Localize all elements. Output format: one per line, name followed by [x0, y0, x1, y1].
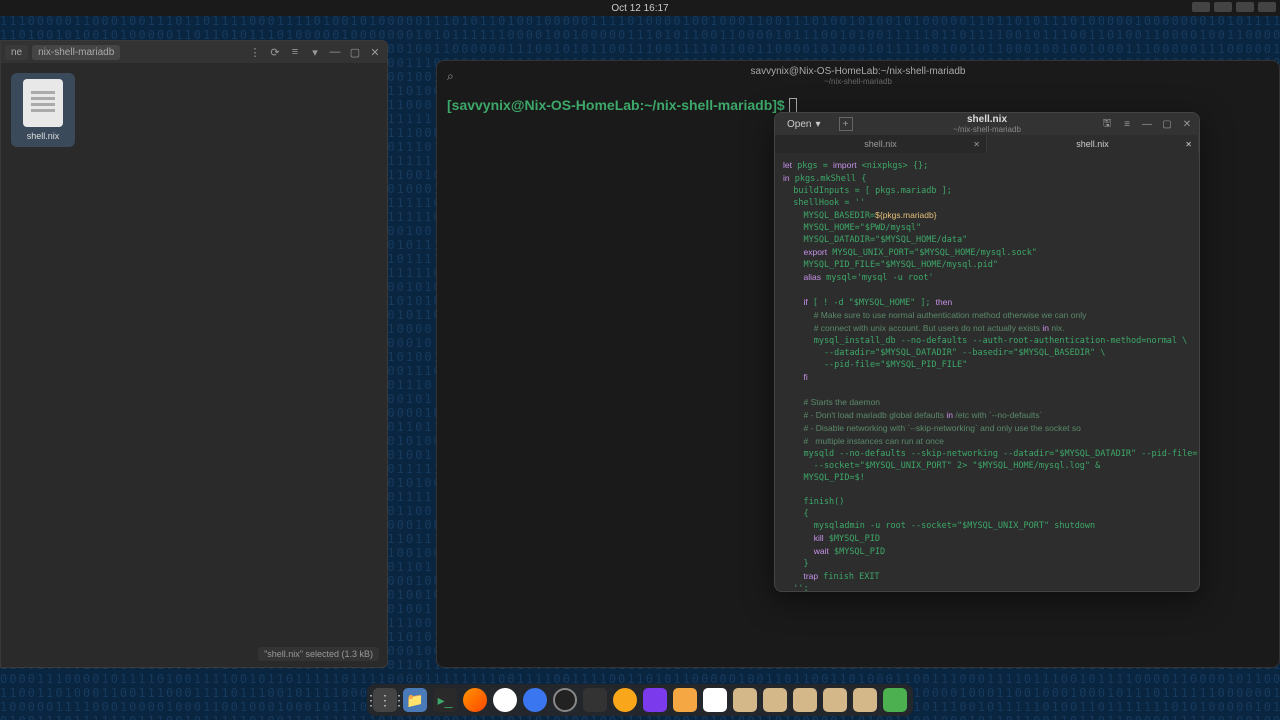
terminal-subtitle: ~/nix-shell-mariadb [824, 77, 892, 86]
firefox-icon[interactable] [463, 688, 487, 712]
pop-icon[interactable] [613, 688, 637, 712]
file-manager-window[interactable]: ne nix-shell-mariadb ⋮ ⟳ ≡ ▾ — ▢ ✕ shell… [0, 40, 388, 668]
dock: ⋮⋮⋮ 📁 ▸_ [367, 684, 913, 716]
home-icon[interactable] [883, 688, 907, 712]
tab-close-icon[interactable]: ✕ [973, 140, 980, 149]
terminal-icon[interactable]: ▸_ [433, 688, 457, 712]
editor-subtitle: ~/nix-shell-mariadb [953, 125, 1021, 134]
tab-close-icon[interactable]: ✕ [1185, 140, 1192, 149]
file-label: shell.nix [27, 131, 60, 141]
tray-item[interactable] [1192, 2, 1210, 12]
file-item-shell-nix[interactable]: shell.nix [11, 73, 75, 147]
workspace-1-icon[interactable] [733, 688, 757, 712]
terminal-prompt: [savvynix@Nix-OS-HomeLab:~/nix-shell-mar… [447, 97, 785, 113]
minimize-icon[interactable]: — [1139, 117, 1155, 131]
close-icon[interactable]: ✕ [1179, 117, 1195, 131]
system-tray[interactable] [1192, 2, 1276, 12]
file-manager-header: ne nix-shell-mariadb ⋮ ⟳ ≡ ▾ — ▢ ✕ [1, 41, 387, 63]
chromium-icon[interactable] [493, 688, 517, 712]
editor-tabs: shell.nix✕ shell.nix✕ [775, 135, 1199, 153]
text-editor-window[interactable]: Open ▾ + shell.nix ~/nix-shell-mariadb 🖫… [774, 112, 1200, 592]
search-icon[interactable]: ⌕ [447, 69, 461, 83]
clock[interactable]: Oct 12 16:17 [611, 3, 668, 14]
close-icon[interactable]: ✕ [367, 44, 383, 60]
text-file-icon [23, 79, 63, 127]
top-panel: Oct 12 16:17 [0, 0, 1280, 16]
editor-title: shell.nix [953, 114, 1021, 125]
tray-item[interactable] [1258, 2, 1276, 12]
workspace-3-icon[interactable] [793, 688, 817, 712]
terminal-title: savvynix@Nix-OS-HomeLab:~/nix-shell-mari… [751, 66, 966, 77]
editor-header: Open ▾ + shell.nix ~/nix-shell-mariadb 🖫… [775, 113, 1199, 135]
screenshot-icon[interactable] [583, 688, 607, 712]
view-list-icon[interactable]: ≡ [287, 44, 303, 60]
menu-icon[interactable]: ⋮ [247, 44, 263, 60]
maximize-icon[interactable]: ▢ [347, 44, 363, 60]
workspace-2-icon[interactable] [763, 688, 787, 712]
minimize-icon[interactable]: — [327, 44, 343, 60]
chevron-down-icon[interactable]: ▾ [307, 44, 323, 60]
tab-shell-nix-active[interactable]: shell.nix✕ [987, 135, 1199, 153]
tray-item[interactable] [1214, 2, 1232, 12]
breadcrumb-parent[interactable]: ne [5, 45, 28, 60]
editor-body[interactable]: let pkgs = import <nixpkgs> {}; in pkgs.… [775, 153, 1199, 591]
tray-item[interactable] [1236, 2, 1254, 12]
obsidian-icon[interactable] [643, 688, 667, 712]
refresh-icon[interactable]: ⟳ [267, 44, 283, 60]
new-tab-button[interactable]: + [839, 117, 853, 131]
apps-grid-icon[interactable]: ⋮⋮⋮ [373, 688, 397, 712]
save-icon[interactable]: 🖫 [1099, 117, 1115, 131]
hamburger-icon[interactable]: ≡ [1119, 117, 1135, 131]
terminal-titlebar: ⌕ savvynix@Nix-OS-HomeLab:~/nix-shell-ma… [437, 61, 1279, 91]
obs-icon[interactable] [553, 688, 577, 712]
breadcrumb-current[interactable]: nix-shell-mariadb [32, 45, 120, 60]
signal-icon[interactable] [523, 688, 547, 712]
open-button[interactable]: Open ▾ [781, 117, 827, 132]
file-manager-body[interactable]: shell.nix "shell.nix" selected (1.3 kB) [1, 63, 387, 667]
notes-icon[interactable] [703, 688, 727, 712]
workspace-5-icon[interactable] [853, 688, 877, 712]
tab-shell-nix[interactable]: shell.nix✕ [775, 135, 987, 153]
status-bar: "shell.nix" selected (1.3 kB) [258, 647, 379, 661]
breadcrumb[interactable]: ne nix-shell-mariadb [5, 45, 239, 60]
maximize-icon[interactable]: ▢ [1159, 117, 1175, 131]
workspace-4-icon[interactable] [823, 688, 847, 712]
drawing-icon[interactable] [673, 688, 697, 712]
files-icon[interactable]: 📁 [403, 688, 427, 712]
